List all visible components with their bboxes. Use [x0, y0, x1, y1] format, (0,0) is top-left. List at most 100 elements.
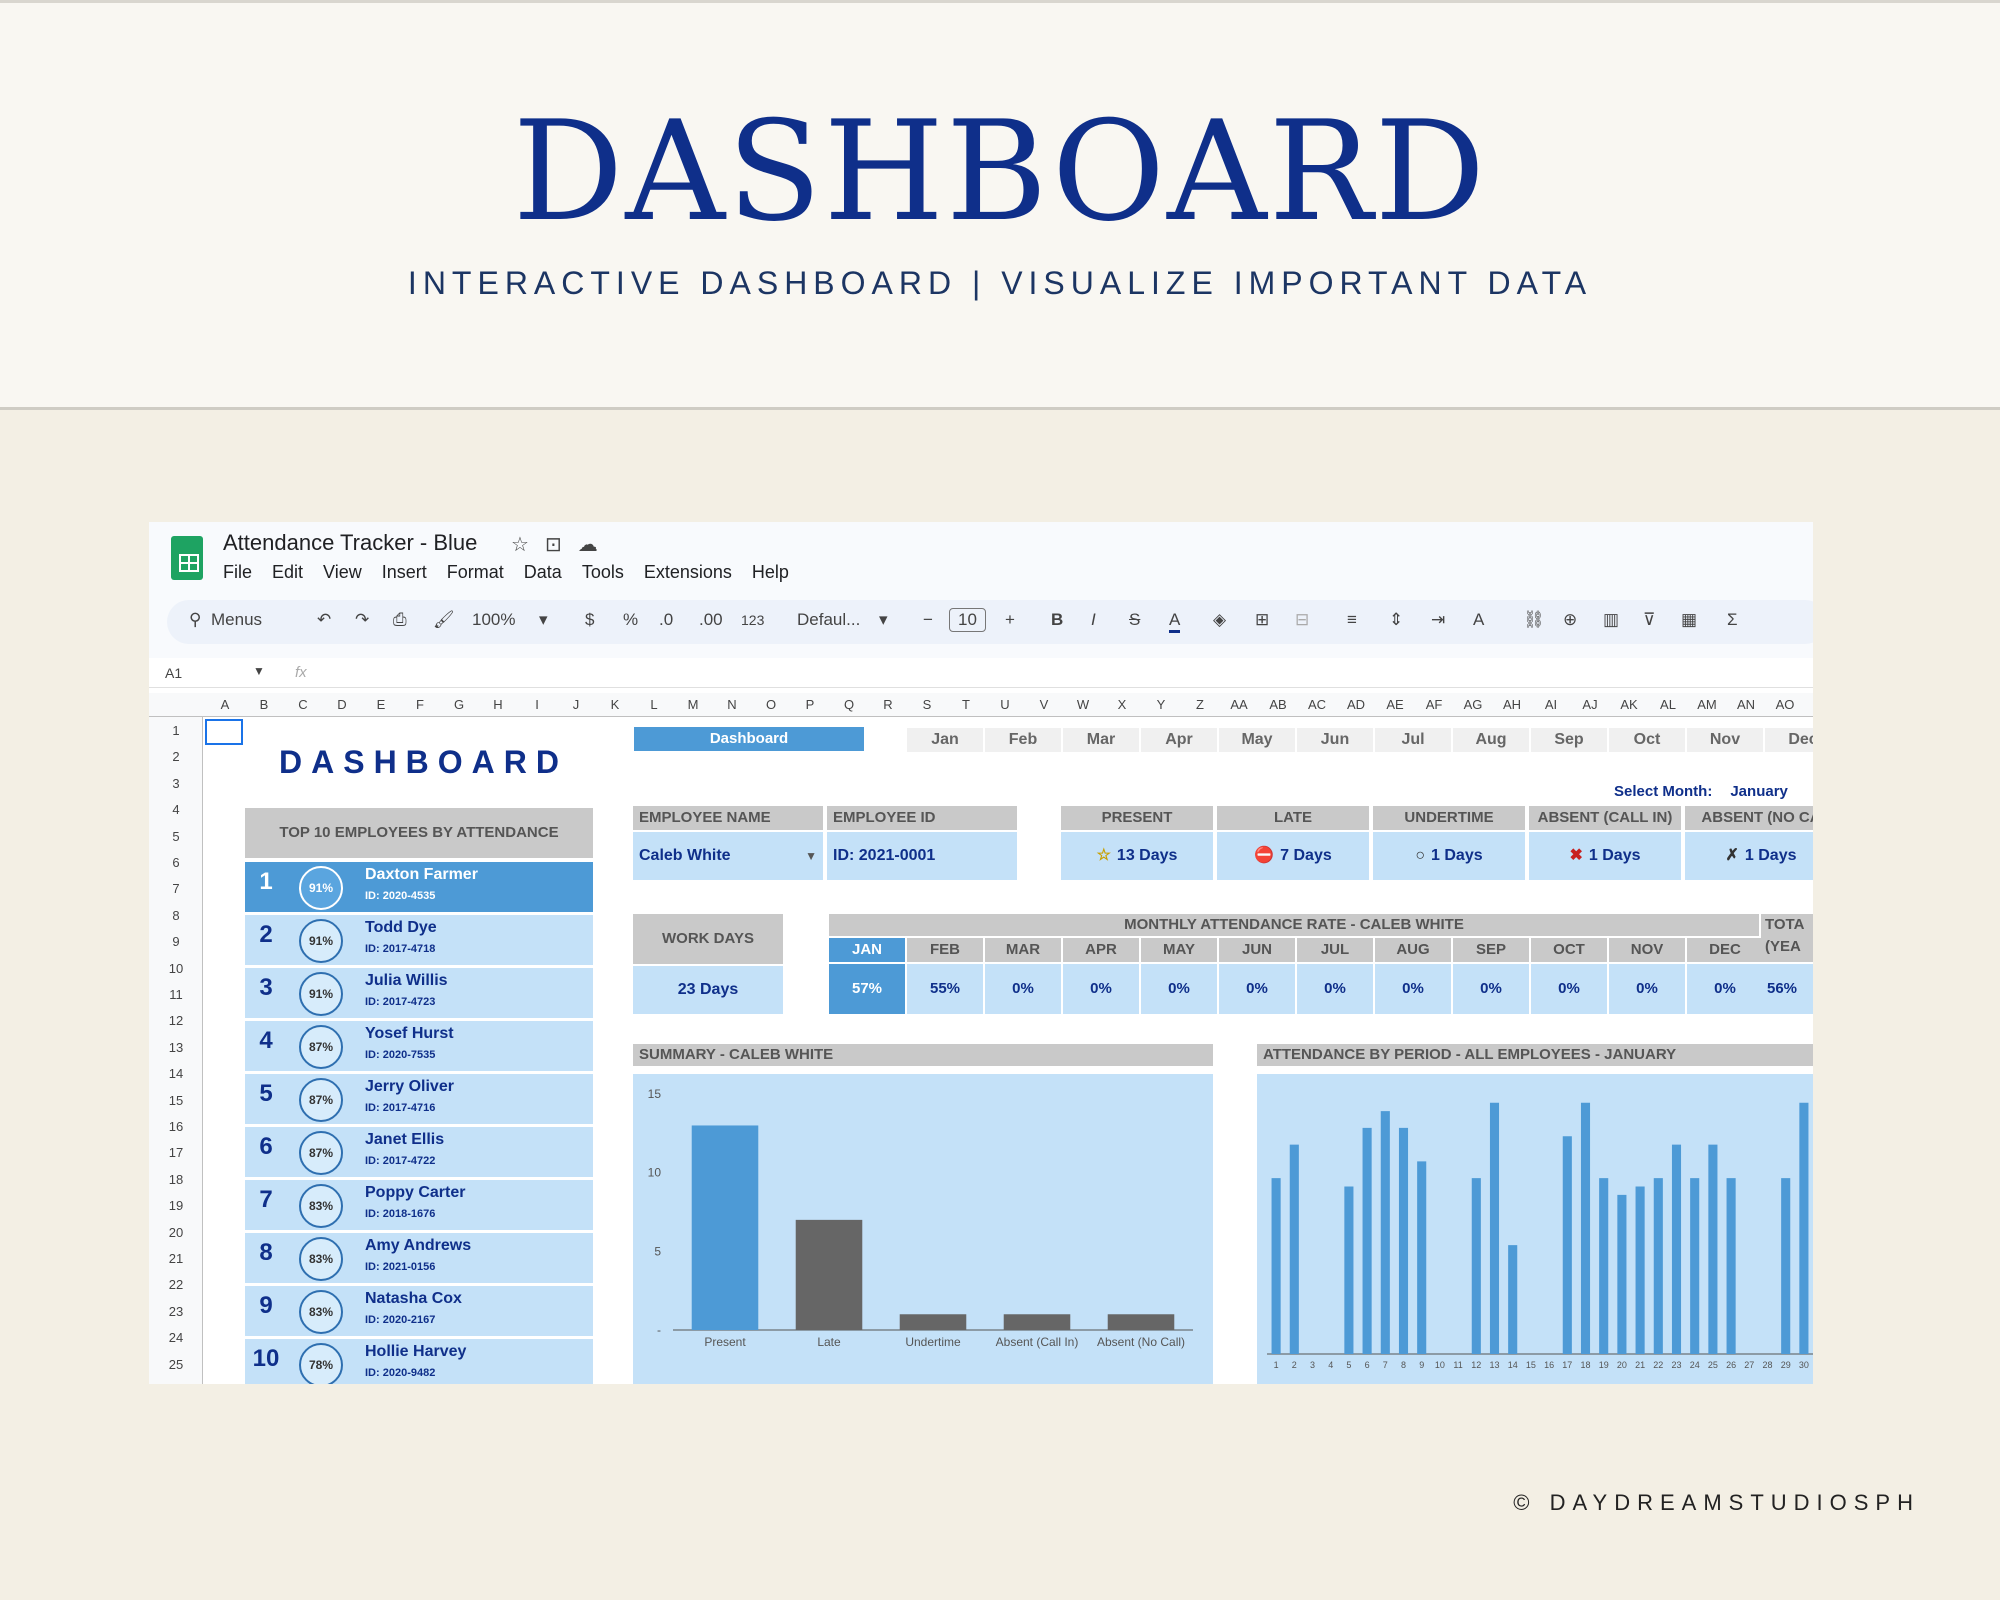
column-header-q[interactable]: Q: [831, 697, 867, 712]
tab-apr[interactable]: Apr: [1141, 728, 1217, 752]
text-color-icon[interactable]: A: [1169, 610, 1181, 633]
column-header-ak[interactable]: AK: [1611, 697, 1647, 712]
employee-row[interactable]: 8 83% Amy Andrews ID: 2021-0156: [245, 1233, 593, 1283]
row-header-25[interactable]: 25: [149, 1357, 203, 1372]
menu-data[interactable]: Data: [524, 562, 562, 582]
undo-icon[interactable]: ↶: [317, 610, 331, 630]
tab-jun[interactable]: Jun: [1297, 728, 1373, 752]
column-header-ao[interactable]: AO: [1767, 697, 1803, 712]
row-header-23[interactable]: 23: [149, 1304, 203, 1319]
row-header-6[interactable]: 6: [149, 855, 203, 870]
row-header-12[interactable]: 12: [149, 1013, 203, 1028]
italic-button[interactable]: I: [1091, 610, 1096, 630]
link-icon[interactable]: ⛓: [1523, 610, 1545, 630]
column-header-c[interactable]: C: [285, 697, 321, 712]
minus-icon[interactable]: −: [923, 610, 933, 630]
column-header-g[interactable]: G: [441, 697, 477, 712]
column-header-af[interactable]: AF: [1416, 697, 1452, 712]
menu-help[interactable]: Help: [752, 562, 789, 582]
column-header-v[interactable]: V: [1026, 697, 1062, 712]
row-header-13[interactable]: 13: [149, 1040, 203, 1055]
tab-may[interactable]: May: [1219, 728, 1295, 752]
column-header-m[interactable]: M: [675, 697, 711, 712]
column-header-u[interactable]: U: [987, 697, 1023, 712]
menus-search[interactable]: Menus: [211, 610, 262, 630]
column-header-ae[interactable]: AE: [1377, 697, 1413, 712]
filter-icon[interactable]: ⊽: [1643, 610, 1655, 630]
column-header-al[interactable]: AL: [1650, 697, 1686, 712]
row-header-3[interactable]: 3: [149, 776, 203, 791]
menu-file[interactable]: File: [223, 562, 252, 582]
menu-insert[interactable]: Insert: [382, 562, 427, 582]
font-size-input[interactable]: 10: [949, 608, 986, 632]
select-month-value[interactable]: January: [1730, 783, 1788, 800]
employee-row[interactable]: 4 87% Yosef Hurst ID: 2020-7535: [245, 1021, 593, 1071]
menu-format[interactable]: Format: [447, 562, 504, 582]
tab-feb[interactable]: Feb: [985, 728, 1061, 752]
percent-button[interactable]: %: [623, 610, 638, 630]
document-title[interactable]: Attendance Tracker - Blue: [223, 530, 477, 556]
table-icon[interactable]: ▦: [1681, 610, 1697, 630]
row-header-2[interactable]: 2: [149, 749, 203, 764]
column-header-ac[interactable]: AC: [1299, 697, 1335, 712]
employee-row[interactable]: 10 78% Hollie Harvey ID: 2020-9482: [245, 1339, 593, 1384]
employee-row[interactable]: 9 83% Natasha Cox ID: 2020-2167: [245, 1286, 593, 1336]
vertical-align-icon[interactable]: ⇕: [1389, 610, 1403, 630]
tab-sep[interactable]: Sep: [1531, 728, 1607, 752]
row-header-16[interactable]: 16: [149, 1119, 203, 1134]
fill-color-icon[interactable]: ◈: [1213, 610, 1226, 630]
column-header-ah[interactable]: AH: [1494, 697, 1530, 712]
tab-oct[interactable]: Oct: [1609, 728, 1685, 752]
tab-mar[interactable]: Mar: [1063, 728, 1139, 752]
row-header-18[interactable]: 18: [149, 1172, 203, 1187]
star-icon[interactable]: ☆: [511, 534, 529, 556]
row-header-9[interactable]: 9: [149, 934, 203, 949]
column-header-i[interactable]: I: [519, 697, 555, 712]
column-header-ag[interactable]: AG: [1455, 697, 1491, 712]
chevron-down-icon[interactable]: ▾: [539, 610, 548, 630]
column-header-w[interactable]: W: [1065, 697, 1101, 712]
row-header-1[interactable]: 1: [149, 723, 203, 738]
strikethrough-icon[interactable]: S: [1129, 610, 1140, 630]
column-header-b[interactable]: B: [246, 697, 282, 712]
column-header-y[interactable]: Y: [1143, 697, 1179, 712]
row-header-11[interactable]: 11: [149, 987, 203, 1002]
menu-edit[interactable]: Edit: [272, 562, 303, 582]
employee-row[interactable]: 7 83% Poppy Carter ID: 2018-1676: [245, 1180, 593, 1230]
move-folder-icon[interactable]: ⊡: [545, 534, 562, 556]
column-header-d[interactable]: D: [324, 697, 360, 712]
text-rotation-icon[interactable]: A: [1473, 610, 1484, 630]
name-box[interactable]: A1: [165, 665, 182, 681]
column-header-aj[interactable]: AJ: [1572, 697, 1608, 712]
row-header-24[interactable]: 24: [149, 1330, 203, 1345]
currency-button[interactable]: $: [585, 610, 594, 630]
column-header-l[interactable]: L: [636, 697, 672, 712]
column-header-p[interactable]: P: [792, 697, 828, 712]
chevron-down-icon[interactable]: ▼: [253, 664, 265, 678]
employee-row[interactable]: 2 91% Todd Dye ID: 2017-4718: [245, 915, 593, 965]
horizontal-align-icon[interactable]: ≡: [1347, 610, 1357, 630]
row-header-22[interactable]: 22: [149, 1277, 203, 1292]
column-header-e[interactable]: E: [363, 697, 399, 712]
row-header-21[interactable]: 21: [149, 1251, 203, 1266]
chevron-down-icon[interactable]: ▾: [879, 610, 888, 630]
chevron-down-icon[interactable]: ▼: [805, 832, 817, 880]
redo-icon[interactable]: ↷: [355, 610, 369, 630]
employee-row[interactable]: 3 91% Julia Willis ID: 2017-4723: [245, 968, 593, 1018]
tab-jan[interactable]: Jan: [907, 728, 983, 752]
column-header-ab[interactable]: AB: [1260, 697, 1296, 712]
tab-jul[interactable]: Jul: [1375, 728, 1451, 752]
number-format-button[interactable]: 123: [741, 612, 764, 628]
text-wrap-icon[interactable]: ⇥: [1431, 610, 1445, 630]
borders-icon[interactable]: ⊞: [1255, 610, 1269, 630]
decrease-decimal-button[interactable]: .0: [659, 610, 673, 630]
menu-tools[interactable]: Tools: [582, 562, 624, 582]
search-icon[interactable]: ⚲: [189, 610, 201, 630]
column-header-h[interactable]: H: [480, 697, 516, 712]
column-header-x[interactable]: X: [1104, 697, 1140, 712]
column-header-a[interactable]: A: [207, 697, 243, 712]
tab-aug[interactable]: Aug: [1453, 728, 1529, 752]
row-header-10[interactable]: 10: [149, 961, 203, 976]
row-header-15[interactable]: 15: [149, 1093, 203, 1108]
plus-icon[interactable]: +: [1005, 610, 1015, 630]
